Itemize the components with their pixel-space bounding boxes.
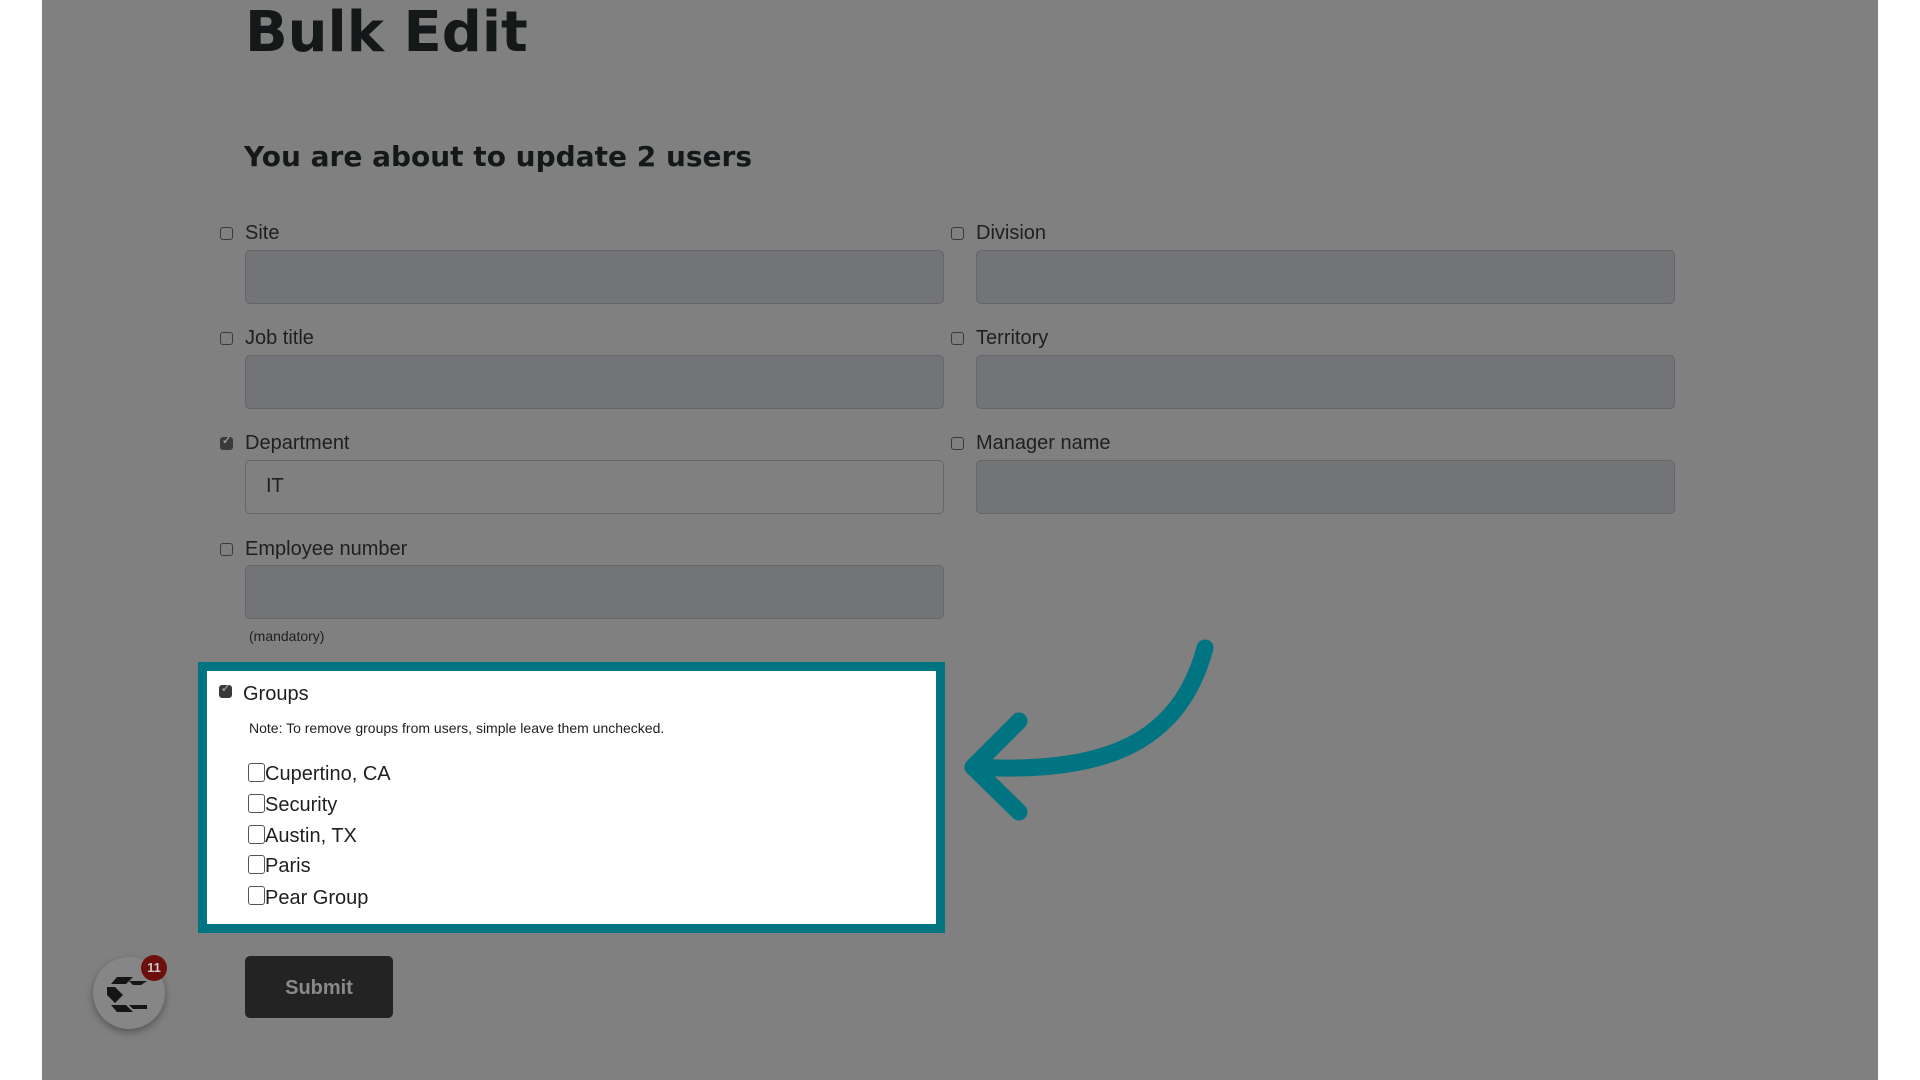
notification-badge: 11 bbox=[141, 955, 167, 981]
submit-button[interactable]: Submit bbox=[245, 956, 393, 1018]
curved-arrow-icon bbox=[964, 639, 1214, 821]
